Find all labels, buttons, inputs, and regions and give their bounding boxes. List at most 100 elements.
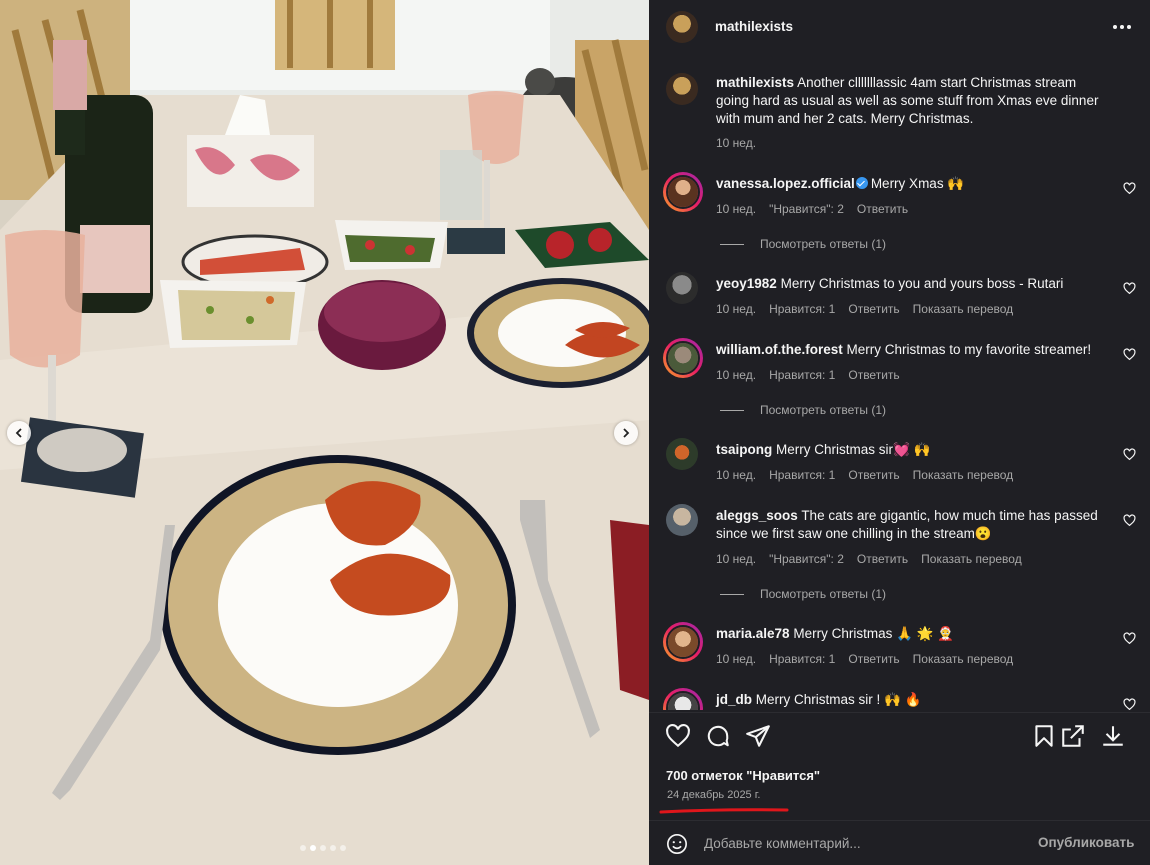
- comments-list[interactable]: mathilexists Another clllllllassic 4am s…: [649, 56, 1150, 710]
- comment-like-count[interactable]: "Нравится": 2: [769, 552, 844, 566]
- comment-text: maria.ale78 Merry Christmas 🙏 🌟 🤶: [716, 625, 1112, 643]
- publish-button[interactable]: Опубликовать: [1038, 835, 1134, 850]
- dinner-table-photo: [0, 0, 649, 865]
- comment-time: 10 нед.: [716, 552, 757, 566]
- comment-row: maria.ale78 Merry Christmas 🙏 🌟 🤶 10 нед…: [649, 622, 1150, 672]
- comment-avatar[interactable]: [663, 688, 703, 710]
- share-icon[interactable]: [745, 723, 771, 749]
- next-image-button[interactable]: [614, 421, 638, 445]
- comment-avatar[interactable]: [666, 272, 698, 304]
- chevron-right-icon: [623, 428, 630, 438]
- view-replies-button[interactable]: Посмотреть ответы (1): [720, 403, 886, 417]
- comment-like-heart-icon[interactable]: [1123, 282, 1136, 295]
- comment-like-count[interactable]: Нравится: 1: [769, 368, 835, 382]
- comment-like-count[interactable]: Нравится: 1: [769, 468, 835, 482]
- comment-like-heart-icon[interactable]: [1123, 632, 1136, 645]
- comment-username[interactable]: vanessa.lopez.official: [716, 176, 855, 191]
- comment-row: aleggs_soos The cats are gigantic, how m…: [649, 504, 1150, 612]
- view-replies-label: Посмотреть ответы (1): [760, 237, 887, 251]
- author-username[interactable]: mathilexists: [715, 19, 793, 34]
- previous-image-button[interactable]: [7, 421, 31, 445]
- caption-meta: 10 нед.: [716, 136, 769, 150]
- view-replies-label: Посмотреть ответы (1): [760, 403, 887, 417]
- comment-username[interactable]: tsaipong: [716, 442, 772, 457]
- post-header: mathilexists: [649, 0, 1150, 52]
- show-translation-button[interactable]: Показать перевод: [913, 302, 1014, 316]
- action-bar: [649, 712, 1150, 762]
- carousel-dot: [340, 845, 346, 851]
- comment-text: vanessa.lopez.official Merry Xmas 🙌: [716, 175, 1112, 193]
- reply-button[interactable]: Ответить: [848, 368, 899, 382]
- post-side-panel: mathilexists mathilexists Another clllll…: [649, 0, 1150, 865]
- reply-button[interactable]: Ответить: [857, 552, 908, 566]
- more-options-button[interactable]: [1111, 17, 1133, 37]
- caption-avatar[interactable]: [666, 73, 698, 105]
- carousel-dots: [300, 845, 346, 851]
- caption-row: mathilexists Another clllllllassic 4am s…: [649, 73, 1150, 153]
- comment-meta: 10 нед. Нравится: 1 Ответить: [716, 368, 913, 382]
- caption-username[interactable]: mathilexists: [716, 75, 794, 90]
- carousel-dot-active: [310, 845, 316, 851]
- more-icon: [1113, 25, 1117, 29]
- comment-like-heart-icon[interactable]: [1123, 182, 1136, 195]
- comment-like-heart-icon[interactable]: [1123, 514, 1136, 527]
- comment-row: jd_db Merry Christmas sir ! 🙌 🔥: [649, 688, 1150, 710]
- comment-body: Merry Christmas to my favorite streamer!: [846, 342, 1092, 357]
- view-replies-button[interactable]: Посмотреть ответы (1): [720, 587, 886, 601]
- comment-icon[interactable]: [705, 723, 731, 749]
- comment-body: Merry Christmas sir💓 🙌: [776, 442, 931, 457]
- comment-like-heart-icon[interactable]: [1123, 448, 1136, 461]
- post-date: 24 декабрь 2025 г.: [667, 789, 761, 801]
- comment-like-count[interactable]: Нравится: 1: [769, 302, 835, 316]
- chevron-left-icon: [15, 428, 22, 438]
- emoji-icon[interactable]: [666, 833, 688, 855]
- comment-input[interactable]: [704, 831, 1014, 855]
- comment-row: vanessa.lopez.official Merry Xmas 🙌 10 не…: [649, 172, 1150, 262]
- post-photo: [0, 0, 649, 865]
- comment-username[interactable]: aleggs_soos: [716, 508, 798, 523]
- view-replies-button[interactable]: Посмотреть ответы (1): [720, 237, 886, 251]
- bookmark-icon[interactable]: [1031, 723, 1057, 749]
- download-icon[interactable]: [1100, 723, 1126, 749]
- comment-avatar[interactable]: [663, 338, 703, 378]
- comment-meta: 10 нед. "Нравится": 2 Ответить: [716, 202, 921, 216]
- reply-button[interactable]: Ответить: [857, 202, 908, 216]
- comment-avatar[interactable]: [666, 438, 698, 470]
- comment-username[interactable]: maria.ale78: [716, 626, 790, 641]
- comment-avatar[interactable]: [666, 504, 698, 536]
- show-translation-button[interactable]: Показать перевод: [913, 468, 1014, 482]
- comment-like-count[interactable]: "Нравится": 2: [769, 202, 844, 216]
- author-avatar[interactable]: [666, 11, 698, 43]
- show-translation-button[interactable]: Показать перевод: [913, 652, 1014, 666]
- comment-like-heart-icon[interactable]: [1123, 698, 1136, 710]
- external-link-icon[interactable]: [1060, 723, 1086, 749]
- likes-count[interactable]: 700 отметок "Нравится": [666, 768, 820, 783]
- comment-body: Merry Xmas 🙌: [870, 176, 965, 191]
- heart-icon[interactable]: [665, 723, 691, 749]
- comment-time: 10 нед.: [716, 202, 757, 216]
- carousel-dot: [330, 845, 336, 851]
- comment-body: Merry Christmas sir ! 🙌 🔥: [755, 692, 922, 707]
- comment-like-heart-icon[interactable]: [1123, 348, 1136, 361]
- comment-row: yeoy1982 Merry Christmas to you and your…: [649, 272, 1150, 322]
- comment-text: yeoy1982 Merry Christmas to you and your…: [716, 275, 1112, 293]
- comment-avatar[interactable]: [663, 172, 703, 212]
- caption-text: mathilexists Another clllllllassic 4am s…: [716, 74, 1112, 128]
- comment-time: 10 нед.: [716, 652, 757, 666]
- comment-username[interactable]: william.of.the.forest: [716, 342, 843, 357]
- carousel-dot: [320, 845, 326, 851]
- comment-text: william.of.the.forest Merry Christmas to…: [716, 341, 1112, 359]
- verified-badge-icon: [855, 177, 868, 189]
- show-translation-button[interactable]: Показать перевод: [921, 552, 1022, 566]
- comment-row: william.of.the.forest Merry Christmas to…: [649, 338, 1150, 428]
- comment-username[interactable]: jd_db: [716, 692, 752, 707]
- reply-button[interactable]: Ответить: [848, 468, 899, 482]
- comment-time: 10 нед.: [716, 368, 757, 382]
- comment-meta: 10 нед. Нравится: 1 Ответить Показать перев…: [716, 302, 1026, 316]
- comment-avatar[interactable]: [663, 622, 703, 662]
- comment-like-count[interactable]: Нравится: 1: [769, 652, 835, 666]
- reply-button[interactable]: Ответить: [848, 652, 899, 666]
- carousel-dot: [300, 845, 306, 851]
- comment-username[interactable]: yeoy1982: [716, 276, 777, 291]
- reply-button[interactable]: Ответить: [848, 302, 899, 316]
